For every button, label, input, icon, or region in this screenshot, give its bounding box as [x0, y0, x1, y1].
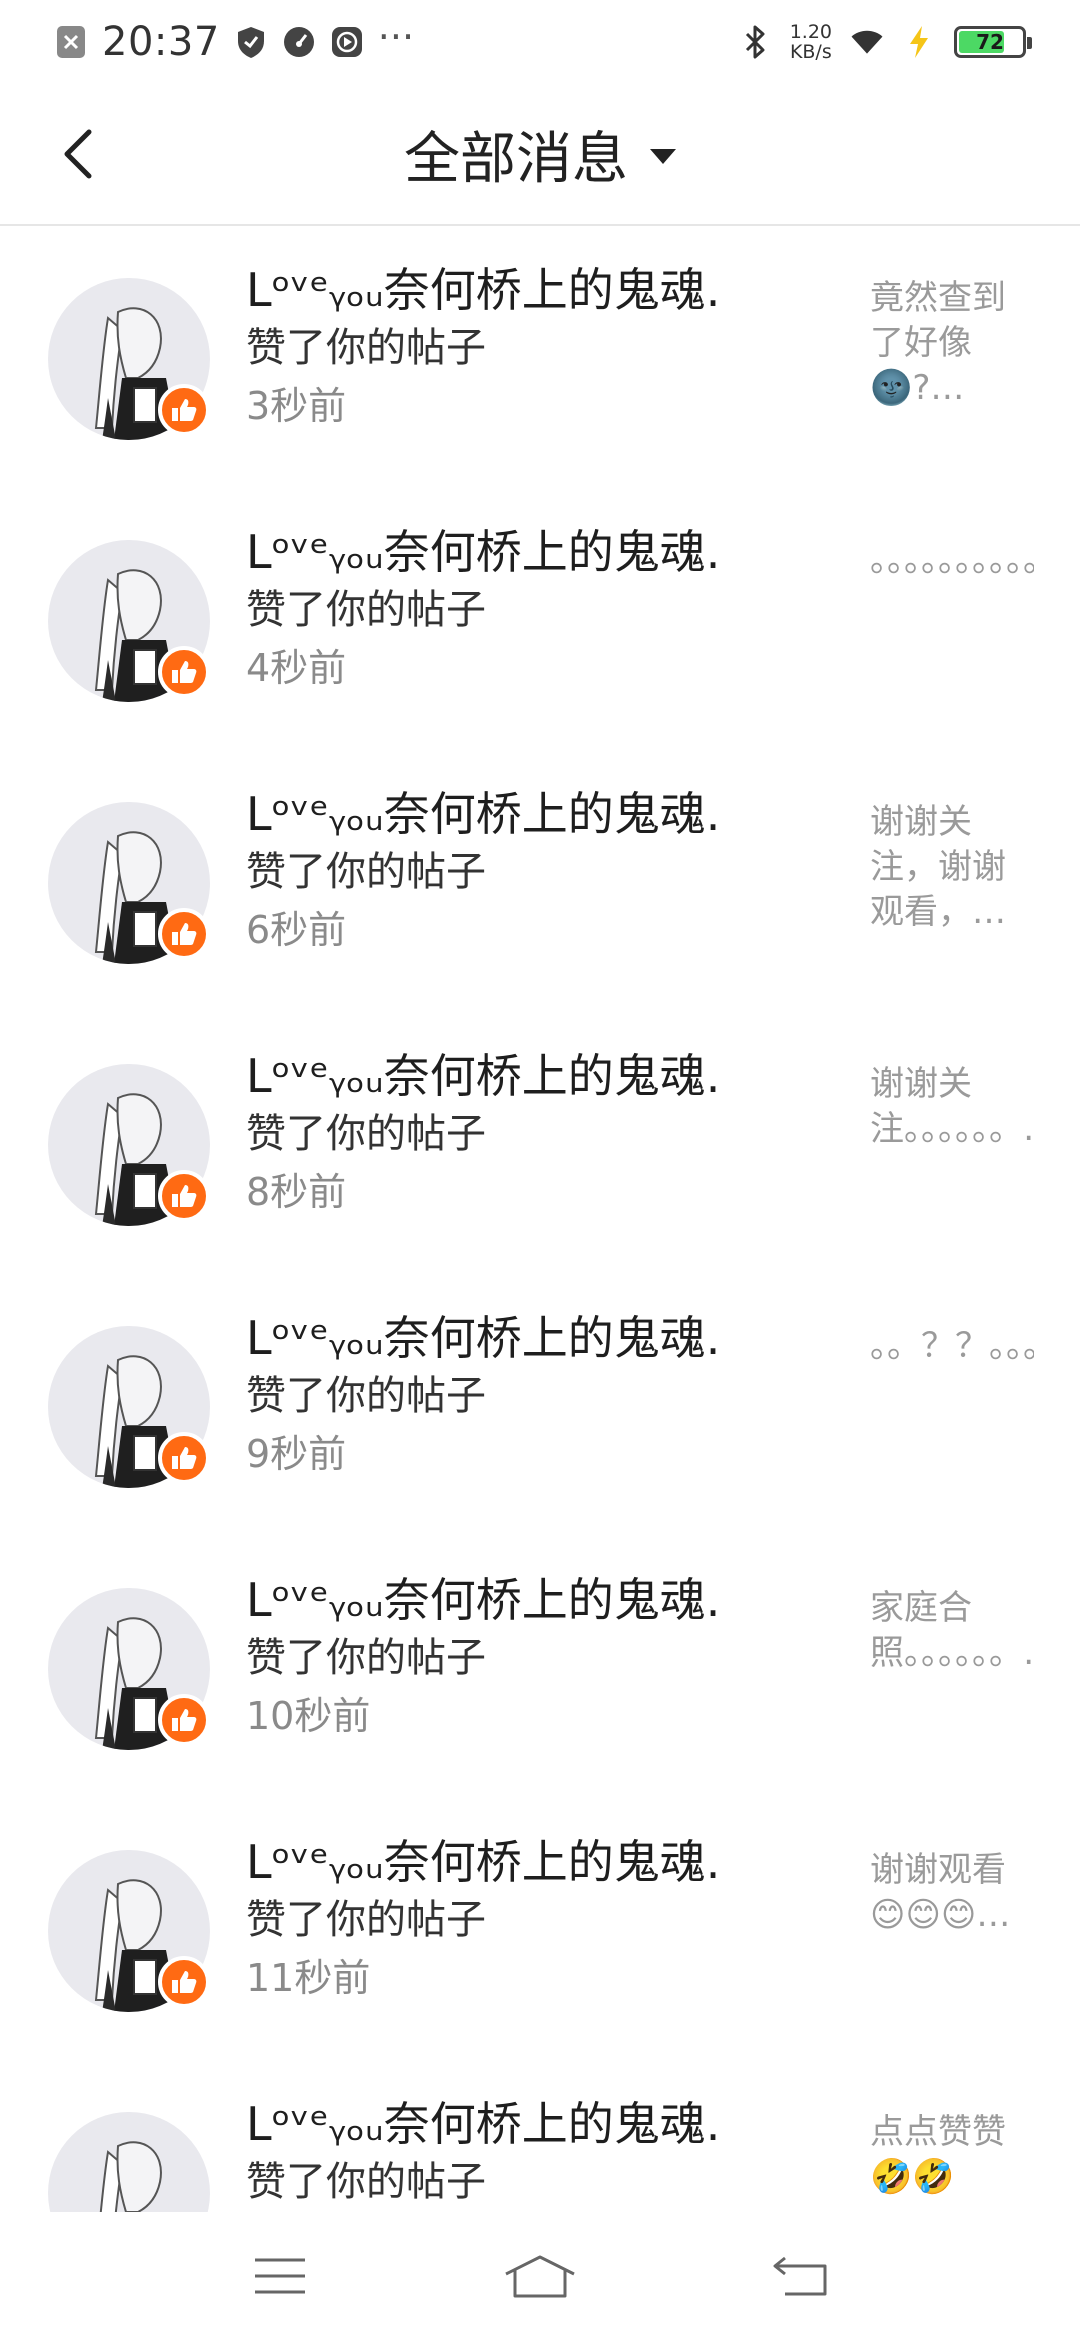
network-speed-unit: KB/s — [789, 41, 832, 63]
battery-percent: 72 — [976, 30, 1004, 54]
home-icon — [505, 2255, 575, 2298]
timestamp: 8秒前 — [246, 1170, 347, 1214]
close-box-icon — [54, 25, 88, 59]
action-text: 赞了你的帖子 — [246, 1897, 486, 1943]
home-button[interactable] — [490, 2236, 590, 2316]
username[interactable]: Lᵒᵛᵉᵧₒᵤ奈何桥上的鬼魂. — [246, 1046, 816, 1106]
username[interactable]: Lᵒᵛᵉᵧₒᵤ奈何桥上的鬼魂. — [246, 784, 816, 844]
username[interactable]: Lᵒᵛᵉᵧₒᵤ奈何桥上的鬼魂. — [246, 1570, 816, 1630]
action-text: 赞了你的帖子 — [246, 1635, 486, 1681]
shield-icon — [234, 25, 268, 59]
notification-content: Lᵒᵛᵉᵧₒᵤ奈何桥上的鬼魂. 赞了你的帖子 11秒前 — [246, 1832, 816, 2008]
thumbs-up-icon — [158, 1956, 210, 2008]
timestamp: 6秒前 — [246, 908, 347, 952]
notification-content: Lᵒᵛᵉᵧₒᵤ奈何桥上的鬼魂. 赞了你的帖子 8秒前 — [246, 1046, 816, 1222]
post-preview[interactable]: 点点赞赞🤣🤣 — [870, 2110, 1034, 2212]
post-preview[interactable]: 。。。。。。。。。。 — [870, 538, 1034, 676]
page-title: 全部消息 — [404, 126, 628, 192]
thumbs-up-icon — [158, 384, 210, 436]
username[interactable]: Lᵒᵛᵉᵧₒᵤ奈何桥上的鬼魂. — [246, 522, 816, 582]
chevron-left-icon — [64, 129, 92, 179]
avatar[interactable] — [48, 2112, 210, 2212]
notification-item[interactable]: Lᵒᵛᵉᵧₒᵤ奈何桥上的鬼魂. 赞了你的帖子 6秒前 谢谢关注，谢谢观看，… — [0, 752, 1080, 1014]
caret-down-icon — [650, 148, 676, 164]
avatar-container[interactable] — [48, 1064, 210, 1226]
status-time: 20:37 — [102, 19, 220, 65]
charging-bolt-icon — [902, 25, 936, 59]
post-preview[interactable]: 谢谢关注。。。。。。… — [870, 1062, 1034, 1200]
timestamp: 3秒前 — [246, 384, 347, 428]
thumbs-up-icon — [158, 1170, 210, 1222]
notification-item[interactable]: Lᵒᵛᵉᵧₒᵤ奈何桥上的鬼魂. 赞了你的帖子 10秒前 家庭合照。。。。。。… — [0, 1538, 1080, 1800]
avatar-container[interactable] — [48, 540, 210, 702]
action-text: 赞了你的帖子 — [246, 849, 486, 895]
action-text: 赞了你的帖子 — [246, 1373, 486, 1419]
network-speed-value: 1.20 — [789, 21, 832, 43]
wifi-icon — [850, 25, 884, 59]
username[interactable]: Lᵒᵛᵉᵧₒᵤ奈何桥上的鬼魂. — [246, 1832, 816, 1892]
notification-content: Lᵒᵛᵉᵧₒᵤ奈何桥上的鬼魂. 赞了你的帖子 4秒前 — [246, 522, 816, 698]
action-text: 赞了你的帖子 — [246, 1111, 486, 1157]
avatar-container[interactable] — [48, 2112, 210, 2212]
thumbs-up-icon — [158, 908, 210, 960]
post-preview[interactable]: 谢谢关注，谢谢观看，… — [870, 800, 1034, 938]
status-bar-left: 20:37 ··· — [54, 15, 415, 65]
avatar-container[interactable] — [48, 1850, 210, 2012]
app-header: 全部消息 — [0, 84, 1080, 226]
post-preview[interactable]: 竟然查到了好像🌚?… — [870, 276, 1034, 414]
username[interactable]: Lᵒᵛᵉᵧₒᵤ奈何桥上的鬼魂. — [246, 260, 816, 320]
status-bar-right: 1.20 KB/s 72 — [738, 22, 1032, 62]
action-text: 赞了你的帖子 — [246, 325, 486, 371]
post-preview[interactable]: 。。？？。。。。。。… — [870, 1324, 1034, 1462]
notification-item[interactable]: Lᵒᵛᵉᵧₒᵤ奈何桥上的鬼魂. 赞了你的帖子 点点赞赞🤣🤣 — [0, 2062, 1080, 2212]
play-icon — [330, 25, 364, 59]
notification-content: Lᵒᵛᵉᵧₒᵤ奈何桥上的鬼魂. 赞了你的帖子 — [246, 2094, 816, 2210]
menu-button[interactable] — [230, 2236, 330, 2316]
back-icon — [773, 2256, 827, 2296]
notification-content: Lᵒᵛᵉᵧₒᵤ奈何桥上的鬼魂. 赞了你的帖子 3秒前 — [246, 260, 816, 436]
notification-content: Lᵒᵛᵉᵧₒᵤ奈何桥上的鬼魂. 赞了你的帖子 10秒前 — [246, 1570, 816, 1746]
avatar-container[interactable] — [48, 802, 210, 964]
thumbs-up-icon — [158, 646, 210, 698]
battery-icon: 72 — [954, 26, 1032, 58]
timestamp: 10秒前 — [246, 1694, 371, 1738]
timestamp: 9秒前 — [246, 1432, 347, 1476]
speedometer-icon — [282, 25, 316, 59]
menu-icon — [255, 2258, 305, 2294]
message-filter-dropdown[interactable]: 全部消息 — [404, 114, 676, 195]
notification-list[interactable]: Lᵒᵛᵉᵧₒᵤ奈何桥上的鬼魂. 赞了你的帖子 3秒前 竟然查到了好像🌚?… Lᵒᵛᵉᵧₒ… — [0, 228, 1080, 2212]
back-nav-button[interactable] — [750, 2236, 850, 2316]
notification-item[interactable]: Lᵒᵛᵉᵧₒᵤ奈何桥上的鬼魂. 赞了你的帖子 11秒前 谢谢观看😊😊😊… — [0, 1800, 1080, 2062]
notification-content: Lᵒᵛᵉᵧₒᵤ奈何桥上的鬼魂. 赞了你的帖子 6秒前 — [246, 784, 816, 960]
notification-item[interactable]: Lᵒᵛᵉᵧₒᵤ奈何桥上的鬼魂. 赞了你的帖子 9秒前 。。？？。。。。。。… — [0, 1276, 1080, 1538]
avatar-container[interactable] — [48, 1326, 210, 1488]
post-preview[interactable]: 家庭合照。。。。。。… — [870, 1586, 1034, 1724]
notification-item[interactable]: Lᵒᵛᵉᵧₒᵤ奈何桥上的鬼魂. 赞了你的帖子 8秒前 谢谢关注。。。。。。… — [0, 1014, 1080, 1276]
more-dots-icon: ··· — [377, 15, 415, 59]
avatar-container[interactable] — [48, 1588, 210, 1750]
status-bar: 20:37 ··· 1.20 KB/s 72 — [0, 0, 1080, 84]
notification-content: Lᵒᵛᵉᵧₒᵤ奈何桥上的鬼魂. 赞了你的帖子 9秒前 — [246, 1308, 816, 1484]
system-nav-bar — [0, 2212, 1080, 2340]
avatar-container[interactable] — [48, 278, 210, 440]
action-text: 赞了你的帖子 — [246, 2159, 486, 2205]
username[interactable]: Lᵒᵛᵉᵧₒᵤ奈何桥上的鬼魂. — [246, 1308, 816, 1368]
thumbs-up-icon — [158, 1694, 210, 1746]
notification-item[interactable]: Lᵒᵛᵉᵧₒᵤ奈何桥上的鬼魂. 赞了你的帖子 3秒前 竟然查到了好像🌚?… — [0, 228, 1080, 490]
post-preview[interactable]: 谢谢观看😊😊😊… — [870, 1848, 1034, 1986]
username[interactable]: Lᵒᵛᵉᵧₒᵤ奈何桥上的鬼魂. — [246, 2094, 816, 2154]
network-speed: 1.20 KB/s — [790, 22, 832, 62]
timestamp: 11秒前 — [246, 1956, 371, 2000]
back-button[interactable] — [48, 124, 108, 184]
notification-item[interactable]: Lᵒᵛᵉᵧₒᵤ奈何桥上的鬼魂. 赞了你的帖子 4秒前 。。。。。。。。。。 — [0, 490, 1080, 752]
bluetooth-icon — [738, 25, 772, 59]
thumbs-up-icon — [158, 1432, 210, 1484]
timestamp: 4秒前 — [246, 646, 347, 690]
action-text: 赞了你的帖子 — [246, 587, 486, 633]
